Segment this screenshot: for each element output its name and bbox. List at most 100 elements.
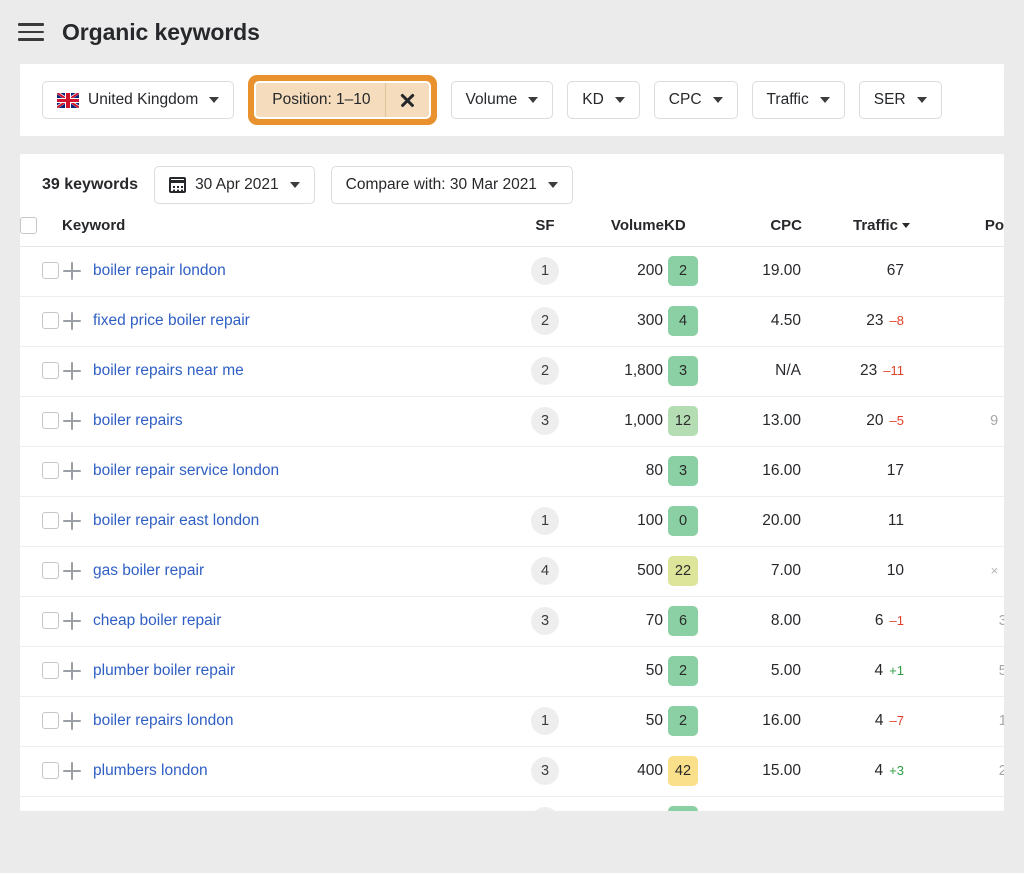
compare-date-label: Compare with: 30 Mar 2021: [346, 176, 537, 194]
position-cell: 10: [910, 346, 1004, 396]
kd-cell: 7: [664, 796, 720, 811]
position-previous: 1: [999, 713, 1004, 729]
plus-icon[interactable]: [63, 762, 81, 780]
position-cell: 1→2: [910, 696, 1004, 746]
plus-icon[interactable]: [63, 562, 81, 580]
column-header-cpc[interactable]: CPC: [720, 216, 802, 246]
position-cell: 2→1: [910, 746, 1004, 796]
cpc-cell: 4.50: [720, 296, 802, 346]
date-picker[interactable]: 30 Apr 2021: [154, 166, 315, 204]
column-header-keyword[interactable]: Keyword: [62, 216, 514, 246]
row-select-cell: [20, 246, 62, 296]
row-checkbox[interactable]: [42, 462, 59, 479]
row-checkbox[interactable]: [42, 712, 59, 729]
sf-cell: 1: [514, 796, 576, 811]
column-header-volume[interactable]: Volume: [576, 216, 664, 246]
row-select-cell: [20, 696, 62, 746]
sf-badge[interactable]: 3: [531, 757, 559, 785]
plus-icon[interactable]: [63, 512, 81, 530]
page-title: Organic keywords: [62, 19, 260, 46]
keyword-link[interactable]: boiler repairs near me: [93, 362, 244, 379]
column-header-kd[interactable]: KD: [664, 216, 720, 246]
traffic-value: 4: [875, 712, 884, 729]
keyword-link[interactable]: cheap boiler repair: [93, 612, 221, 629]
keyword-link[interactable]: boiler repairs: [93, 412, 183, 429]
serp-filter[interactable]: SER: [859, 81, 942, 119]
row-checkbox[interactable]: [42, 362, 59, 379]
sf-badge[interactable]: 1: [531, 257, 559, 285]
keyword-link[interactable]: boiler repair service london: [93, 462, 279, 479]
plus-icon[interactable]: [63, 412, 81, 430]
kd-badge: 42: [668, 756, 698, 786]
plus-icon[interactable]: [63, 662, 81, 680]
volume-cell: 1,000: [576, 396, 664, 446]
table-row: gas boiler repair4500227.0010×→10: [20, 546, 1004, 596]
row-checkbox[interactable]: [42, 412, 59, 429]
row-checkbox[interactable]: [42, 612, 59, 629]
volume-cell: 70: [576, 596, 664, 646]
plus-icon[interactable]: [63, 712, 81, 730]
kd-badge: 6: [668, 606, 698, 636]
row-select-cell: [20, 646, 62, 696]
traffic-value: 20: [866, 412, 883, 429]
keyword-link[interactable]: boiler repair london: [93, 262, 226, 279]
sf-badge[interactable]: 1: [531, 507, 559, 535]
kd-badge: 22: [668, 556, 698, 586]
kd-cell: 42: [664, 746, 720, 796]
keyword-link[interactable]: plumber boiler repair: [93, 662, 235, 679]
kd-badge: 2: [668, 706, 698, 736]
keyword-link[interactable]: plumbers london: [93, 762, 208, 779]
sf-badge[interactable]: 2: [531, 307, 559, 335]
keyword-link[interactable]: boiler repair east london: [93, 512, 259, 529]
hamburger-icon[interactable]: [18, 21, 44, 43]
column-header-position[interactable]: Position: [910, 216, 1004, 246]
position-filter[interactable]: Position: 1–10: [254, 81, 430, 119]
volume-cell: 80: [576, 446, 664, 496]
plus-icon[interactable]: [63, 262, 81, 280]
compare-date-picker[interactable]: Compare with: 30 Mar 2021: [331, 166, 573, 204]
kd-badge: 2: [668, 656, 698, 686]
sf-cell: 4: [514, 546, 576, 596]
row-checkbox[interactable]: [42, 762, 59, 779]
sf-badge[interactable]: 4: [531, 557, 559, 585]
select-all-checkbox[interactable]: [20, 217, 37, 234]
traffic-value: 23: [866, 312, 883, 329]
plus-icon[interactable]: [63, 362, 81, 380]
plus-icon[interactable]: [63, 462, 81, 480]
sf-badge[interactable]: 2: [531, 357, 559, 385]
kd-cell: 2: [664, 646, 720, 696]
column-header-sf[interactable]: SF: [514, 216, 576, 246]
volume-filter[interactable]: Volume: [451, 81, 554, 119]
traffic-cell: 10: [802, 546, 910, 596]
plus-icon[interactable]: [63, 312, 81, 330]
country-filter[interactable]: United Kingdom: [42, 81, 234, 119]
kd-filter[interactable]: KD: [567, 81, 640, 119]
sf-badge[interactable]: 1: [531, 707, 559, 735]
plus-icon[interactable]: [63, 612, 81, 630]
sf-badge[interactable]: 1: [531, 807, 559, 811]
cpc-cell: 13.00: [720, 396, 802, 446]
keyword-link[interactable]: gas boiler repair: [93, 562, 204, 579]
cpc-filter[interactable]: CPC: [654, 81, 738, 119]
table-row: boiler repairs london150216.004–71→2: [20, 696, 1004, 746]
row-checkbox[interactable]: [42, 662, 59, 679]
column-header-traffic[interactable]: Traffic: [802, 216, 910, 246]
row-checkbox[interactable]: [42, 312, 59, 329]
sf-cell: 1: [514, 696, 576, 746]
keyword-link[interactable]: boiler repairs london: [93, 712, 233, 729]
keyword-count: 39 keywords: [42, 176, 138, 194]
close-icon[interactable]: [385, 83, 429, 117]
sf-badge[interactable]: 3: [531, 607, 559, 635]
sf-badge[interactable]: 3: [531, 407, 559, 435]
row-checkbox[interactable]: [42, 562, 59, 579]
keyword-link[interactable]: fixed price boiler repair: [93, 312, 250, 329]
traffic-diff: –11: [883, 363, 904, 378]
row-checkbox[interactable]: [42, 262, 59, 279]
traffic-filter[interactable]: Traffic: [752, 81, 845, 119]
traffic-diff: –5: [890, 413, 904, 428]
table-row: boiler call out18074.0038→7: [20, 796, 1004, 811]
date-picker-label: 30 Apr 2021: [195, 176, 279, 194]
volume-cell: 50: [576, 696, 664, 746]
kd-cell: 4: [664, 296, 720, 346]
row-checkbox[interactable]: [42, 512, 59, 529]
